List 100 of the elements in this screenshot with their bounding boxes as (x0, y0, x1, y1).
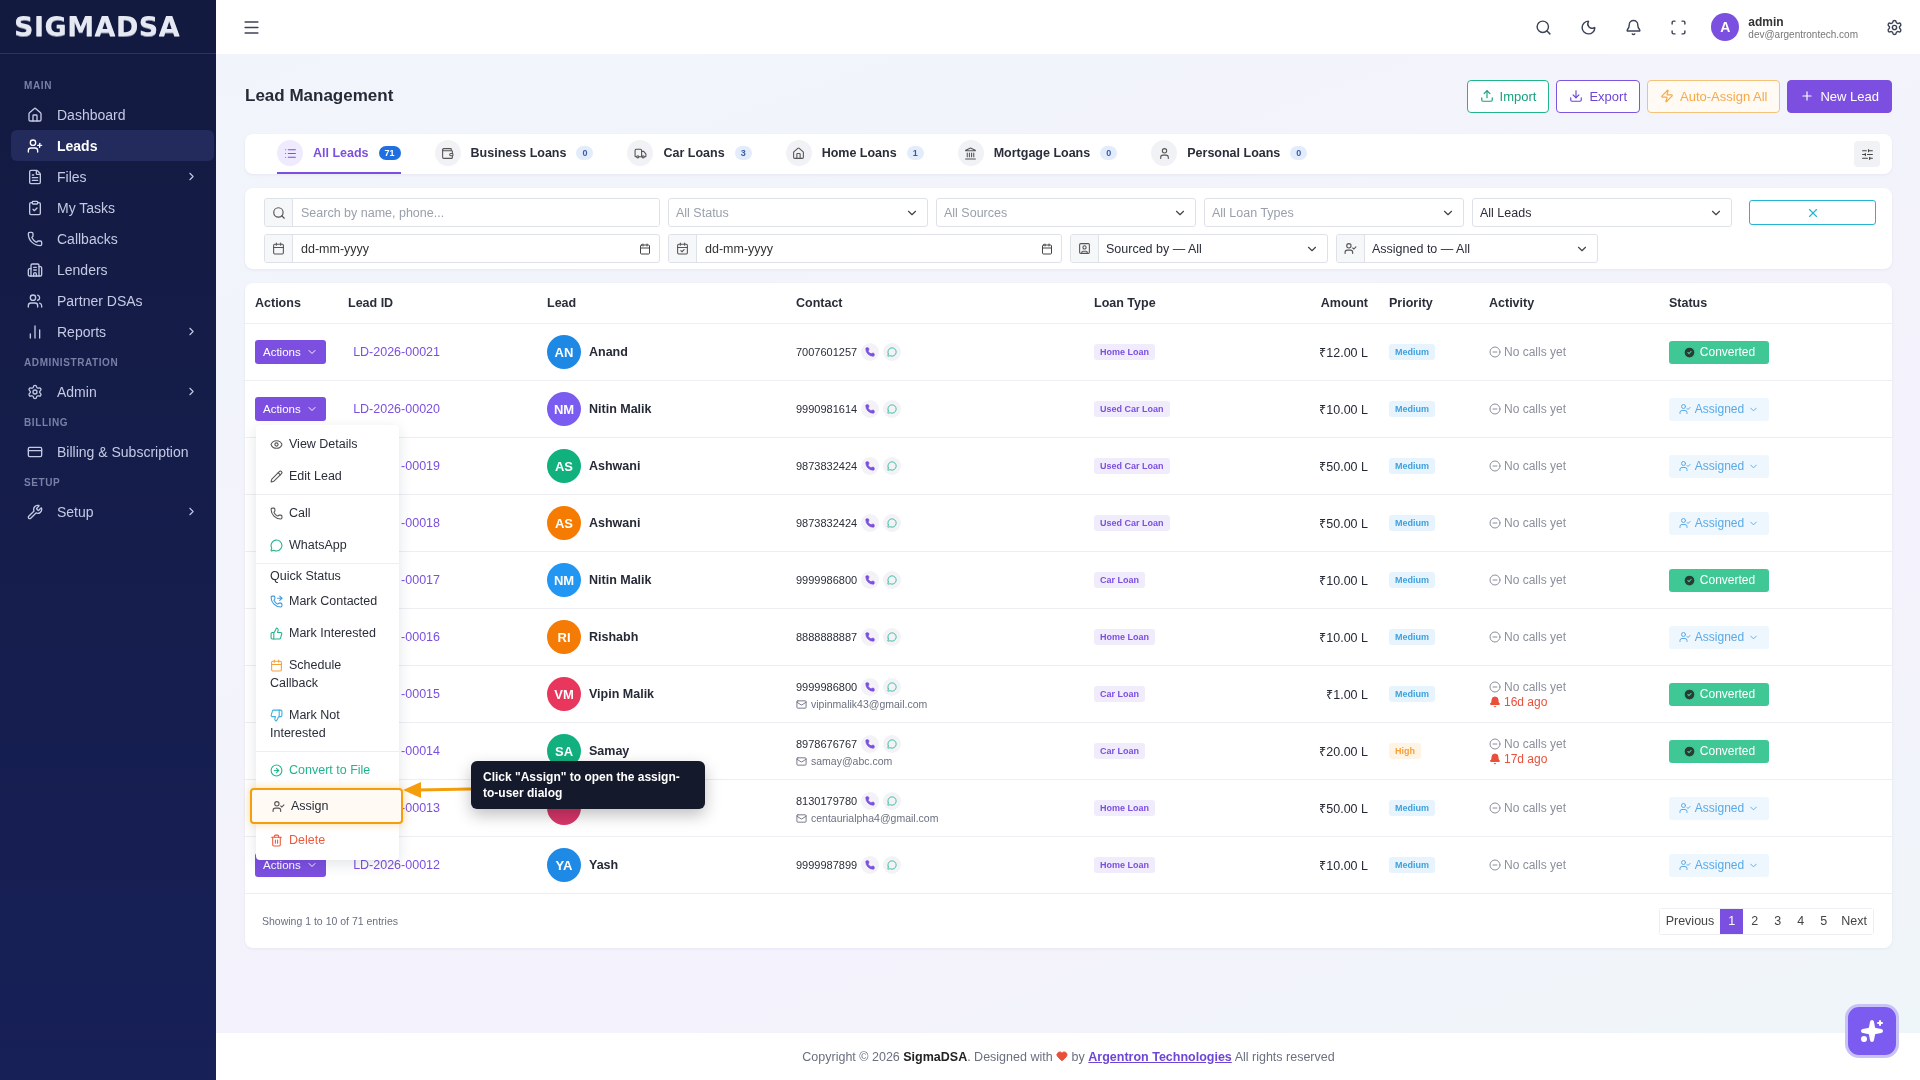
phone-icon[interactable] (861, 571, 880, 589)
sidebar-item[interactable]: Reports (11, 316, 214, 347)
avatar: RI (547, 620, 581, 654)
list-icon (277, 140, 303, 166)
lead-id-link[interactable]: LD-2026-00020 (348, 402, 440, 416)
sliders-icon[interactable] (1854, 141, 1880, 167)
phone-number: 8130179780 (796, 795, 858, 807)
minus-circle-icon (1489, 737, 1501, 750)
assistant-button[interactable] (1845, 1004, 1899, 1058)
sidebar-item[interactable]: Lenders (11, 254, 214, 285)
company-link[interactable]: Argentron Technologies (1088, 1049, 1232, 1064)
plus-icon (1800, 89, 1815, 103)
user-avatar[interactable]: A (1711, 13, 1740, 41)
avatar: NM (547, 563, 581, 597)
sidebar-item[interactable]: Files (11, 161, 214, 192)
menu-item[interactable]: Call (256, 497, 399, 529)
activity-text: No calls yet (1504, 801, 1567, 815)
tab[interactable]: Business Loans 0 (434, 134, 594, 174)
sidebar-item[interactable]: Admin (11, 376, 214, 407)
phone-forward-icon (270, 595, 283, 608)
email-address: centaurialpha4@gmail.com (811, 812, 939, 824)
activity-text: No calls yet (1504, 459, 1567, 473)
tab[interactable]: Car Loans 3 (627, 134, 752, 174)
phone-number: 7007601257 (796, 346, 858, 358)
section-heading: ADMINISTRATION (23, 356, 120, 370)
lead-name: Ashwani (589, 516, 641, 530)
user-check-icon (1678, 859, 1691, 871)
amount: ₹1.00 L (1325, 686, 1368, 703)
date-picker[interactable]: dd-mm-yyyy (264, 234, 660, 263)
calendar-icon[interactable] (639, 242, 651, 255)
menu-item[interactable]: Schedule Callback (256, 649, 399, 699)
count-badge: 0 (1100, 146, 1118, 160)
document-icon (27, 168, 43, 185)
filter-select[interactable]: Sourced by — All (1070, 234, 1328, 263)
tab[interactable]: All Leads 71 (277, 134, 401, 174)
sidebar-item[interactable]: Billing & Subscription (11, 436, 214, 467)
lead-id-link[interactable]: LD-2026-00021 (348, 345, 440, 359)
menu-item[interactable]: Edit Lead (256, 460, 399, 492)
lead-name: Yash (589, 858, 619, 872)
toolbar-button[interactable]: Export (1556, 79, 1640, 113)
fullscreen-icon[interactable] (1670, 18, 1688, 36)
sidebar-item[interactable]: Dashboard (11, 99, 214, 130)
user-check-icon (1678, 403, 1691, 415)
menu-item[interactable]: WhatsApp (256, 529, 399, 561)
menu-item[interactable]: Assign (250, 788, 403, 824)
filter-select[interactable]: All Leads (1472, 198, 1732, 227)
priority-tag: High (1389, 743, 1421, 759)
phone-icon[interactable] (861, 514, 880, 532)
truck-icon (627, 140, 654, 166)
phone-icon[interactable] (861, 343, 880, 361)
sidebar-item[interactable]: My Tasks (11, 192, 214, 223)
section-heading: BILLING (23, 416, 70, 430)
moon-icon[interactable] (1580, 18, 1598, 36)
tab[interactable]: Personal Loans 0 (1151, 134, 1308, 174)
phone-icon[interactable] (861, 400, 880, 418)
tab[interactable]: Home Loans 1 (785, 134, 924, 174)
lead-name: Rishabh (589, 630, 639, 644)
calendar-icon (265, 235, 293, 262)
count-badge: 71 (378, 146, 401, 160)
actions-button[interactable]: Actions (255, 397, 326, 421)
phone-icon[interactable] (861, 628, 880, 646)
column-header: Amount (1319, 296, 1368, 310)
lead-id-link[interactable]: LD-2026-00012 (348, 858, 440, 872)
bell-icon[interactable] (1625, 18, 1643, 36)
column-header: Loan Type (1094, 296, 1157, 310)
user-check-icon (1337, 235, 1365, 262)
sidebar-item[interactable]: Partner DSAs (11, 285, 214, 316)
priority-tag: Medium (1389, 629, 1435, 645)
menu-item[interactable]: Mark Contacted (256, 585, 399, 617)
search-icon[interactable] (1535, 18, 1553, 36)
phone-icon[interactable] (861, 735, 880, 753)
calendar-icon[interactable] (1041, 242, 1053, 255)
minus-circle-icon (1489, 859, 1501, 871)
page-button[interactable]: 1 (1720, 908, 1744, 934)
phone-icon[interactable] (861, 457, 880, 475)
settings-icon[interactable] (1886, 18, 1903, 36)
count-badge: 0 (576, 146, 594, 160)
section-heading: MAIN (23, 79, 53, 93)
mail-icon (796, 812, 807, 824)
phone-icon[interactable] (861, 792, 880, 810)
avatar: AN (547, 335, 581, 369)
tab[interactable]: Mortgage Loans 0 (957, 134, 1118, 174)
actions-button[interactable]: Actions (255, 340, 326, 364)
minus-circle-icon (1489, 460, 1501, 472)
phone-icon (270, 507, 283, 520)
phone-icon[interactable] (861, 856, 880, 874)
minus-circle-icon (1489, 574, 1501, 586)
filter-select[interactable]: Assigned to — All (1336, 234, 1598, 263)
menu-item[interactable]: Mark Interested (256, 617, 399, 649)
phone-icon[interactable] (861, 678, 880, 696)
menu-item[interactable]: Mark Not Interested (256, 699, 399, 749)
sidebar-item[interactable]: Leads (11, 130, 214, 161)
sidebar-item[interactable]: Callbacks (11, 223, 214, 254)
amount: ₹50.00 L (1318, 515, 1368, 532)
activity-text: No calls yet (1504, 858, 1567, 872)
count-badge: 0 (1290, 146, 1308, 160)
date-picker[interactable]: dd-mm-yyyy (668, 234, 1062, 263)
sidebar-item[interactable]: Setup (11, 496, 214, 527)
toolbar-button[interactable]: New Lead (1787, 79, 1892, 113)
menu-item[interactable]: View Details (256, 428, 399, 460)
